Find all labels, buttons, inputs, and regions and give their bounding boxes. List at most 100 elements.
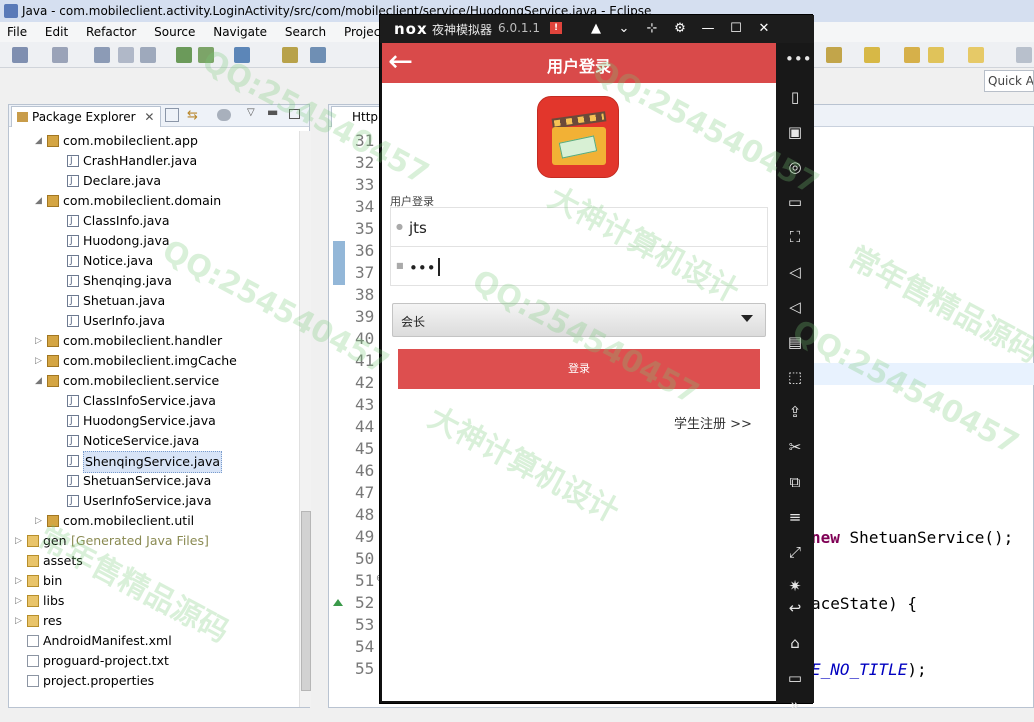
back-icon[interactable] [928,47,944,63]
nav-icon[interactable] [826,47,842,63]
settings-gear-icon[interactable]: ⚙ [670,19,690,39]
tree-item[interactable]: HuodongService.java [9,411,297,431]
menu-refactor[interactable]: Refactor [79,22,143,42]
save-all-icon[interactable] [118,47,134,63]
menu-edit[interactable]: Edit [38,22,75,42]
tree-item[interactable]: proguard-project.txt [9,651,297,671]
maximize-icon[interactable]: ☐ [726,19,746,39]
menu-source[interactable]: Source [147,22,202,42]
tree-item[interactable]: ClassInfoService.java [9,391,297,411]
import-icon[interactable] [176,47,192,63]
tree-item[interactable]: NoticeService.java [9,431,297,451]
tree-item-label: UserInfo.java [83,313,166,328]
tree-item-label: Shenqing.java [83,273,172,288]
expand-arrow-icon[interactable]: ▷ [15,531,25,551]
java-icon [67,211,79,231]
collapse-arrow-icon[interactable]: ◢ [35,191,45,211]
menu-lines-icon[interactable]: ≡ [785,507,805,527]
tree-item-label: UserInfoService.java [83,493,212,508]
login-button[interactable]: 登录 [398,349,760,389]
annotation-icon[interactable] [864,47,880,63]
tree-item[interactable]: Huodong.java [9,231,297,251]
line-number-gutter: 31 32 33 34 35 36 37 38 39 40 41 42 43 44 45 46 47 48 49 50… [329,131,384,707]
close-icon[interactable]: ✕ [144,110,154,124]
keyword-new: new [811,528,840,547]
tree-item[interactable]: project.properties [9,671,297,691]
code-line-49[interactable]: new ShetuanService(); [811,528,1013,547]
menu-file[interactable]: File [0,22,34,42]
menu-navigate[interactable]: Navigate [206,22,274,42]
print-icon[interactable] [140,47,156,63]
code-line-52[interactable]: aceState) { [811,594,917,613]
collapse-arrow-icon[interactable]: ◢ [35,371,45,391]
collapse-arrow-icon[interactable]: ◢ [35,131,45,151]
multi-instance-icon[interactable]: ⧉ [785,472,805,492]
collapse-all-icon[interactable] [165,108,179,122]
android-home-icon[interactable]: ⌂ [785,633,805,653]
apk-install-icon[interactable]: ⇪ [785,402,805,422]
java-icon [67,251,79,271]
tree-item[interactable]: Declare.java [9,171,297,191]
folder-icon [27,615,39,627]
resize-icon[interactable]: ⤢ [785,542,805,562]
tree-item[interactable]: ◢ com.mobileclient.domain [9,191,297,211]
dropdown-icon[interactable]: ⌄ [614,19,634,39]
volume-up-icon[interactable]: ◁ [785,262,805,282]
tree-item[interactable]: ClassInfo.java [9,211,297,231]
tree-item[interactable]: Notice.java [9,251,297,271]
code-line-55[interactable]: E_NO_TITLE); [811,660,927,679]
last-edit-icon[interactable] [904,47,920,63]
tree-item[interactable]: ShenqingService.java [9,451,297,473]
tree-item[interactable]: AndroidManifest.xml [9,631,297,651]
toolbox-icon[interactable]: ▣ [785,122,805,142]
expand-arrow-icon[interactable]: ▷ [15,611,25,631]
expand-icon[interactable]: » [785,695,805,715]
new-icon[interactable] [12,47,28,63]
phone-icon[interactable]: ▯ [785,87,805,107]
tree-item[interactable]: UserInfoService.java [9,491,297,511]
home-shirt-icon[interactable]: ▲ [586,19,606,39]
java-icon [67,271,79,291]
close-icon[interactable]: ✕ [754,19,774,39]
tree-item[interactable]: ▷ com.mobileclient.imgCache [9,351,297,371]
tree-item[interactable]: ◢ com.mobileclient.service [9,371,297,391]
open-icon[interactable] [52,47,68,63]
view-menu-icon[interactable]: ▽ [247,107,255,118]
tree-scrollbar[interactable] [299,131,311,707]
expand-arrow-icon[interactable]: ▷ [35,351,45,371]
save-icon[interactable] [94,47,110,63]
tree-item[interactable]: ▷ com.mobileclient.handler [9,331,297,351]
android-back-icon[interactable]: ↩ [785,598,805,618]
quick-access-input[interactable]: Quick Ac [984,70,1034,92]
link-editor-icon[interactable]: ⇆ [187,108,198,123]
notification-badge-icon[interactable]: ! [550,22,562,34]
tree-item-label: AndroidManifest.xml [43,633,172,648]
lock-icon: ■ [396,261,404,270]
emulator-title-bar: nox 夜神模拟器 6.0.1.1 ! ▲ ⌄ ⊹ ⚙ — ☐ ✕ [380,15,814,43]
pin-icon[interactable]: ⊹ [642,19,662,39]
filter-icon[interactable] [217,109,231,121]
package-explorer-tab[interactable]: Package Explorer ✕ [11,106,162,127]
tree-scrollbar-thumb[interactable] [301,511,311,691]
java-icon [67,231,79,251]
fullscreen-icon[interactable]: ⛶ [785,227,805,247]
macro-icon[interactable]: ⬚ [785,367,805,387]
tree-item[interactable]: ◢ com.mobileclient.app [9,131,297,151]
menu-search[interactable]: Search [278,22,333,42]
search-icon[interactable] [310,47,326,63]
expand-arrow-icon[interactable]: ▷ [15,571,25,591]
forward-icon[interactable] [968,47,984,63]
emulator-version: 6.0.1.1 [498,21,540,35]
tree-item[interactable]: CrashHandler.java [9,151,297,171]
expand-arrow-icon[interactable]: ▷ [35,331,45,351]
android-recents-icon[interactable]: ▭ [785,668,805,688]
screenshot-scissors-icon[interactable]: ✂ [785,437,805,457]
tree-item[interactable]: ShetuanService.java [9,471,297,491]
student-register-link[interactable]: 学生注册 >> [674,413,752,432]
minimize-icon[interactable]: — [698,19,718,39]
more-icon[interactable]: ••• [785,49,812,69]
expand-arrow-icon[interactable]: ▷ [15,591,25,611]
shake-icon[interactable]: ✷ [785,576,805,596]
open-type-icon[interactable] [282,47,298,63]
pin-icon[interactable] [1016,47,1032,63]
